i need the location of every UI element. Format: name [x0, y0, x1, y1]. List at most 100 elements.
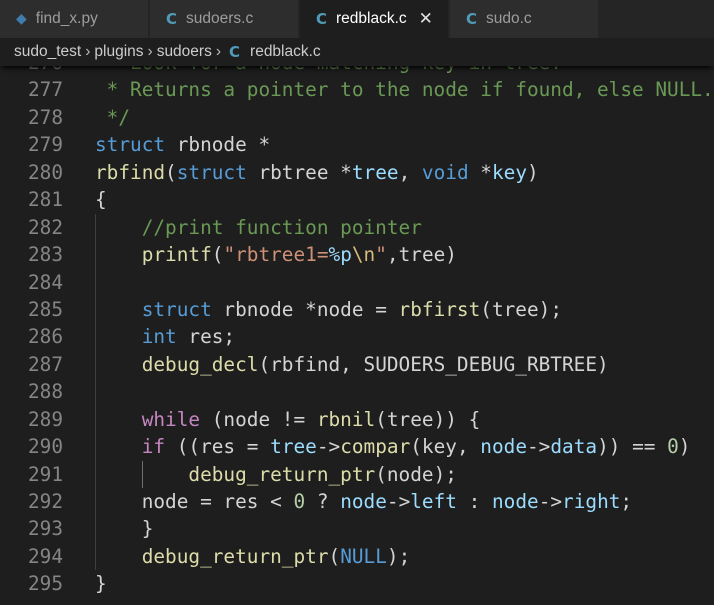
line-number: 285 — [27, 297, 63, 321]
code-text: } — [95, 570, 107, 597]
token-ctl: while — [141, 407, 201, 431]
token-fn: debug_decl — [141, 352, 259, 376]
line-number: 278 — [27, 105, 63, 129]
tab-label: redblack.c — [336, 10, 407, 27]
token-fn: debug_return_ptr — [141, 544, 329, 568]
code-line: 285 struct rbnode *node = rbfirst(tree); — [0, 295, 714, 324]
token-txt: -> — [527, 435, 551, 459]
indent-guide — [95, 460, 96, 488]
line-number: 281 — [27, 188, 63, 212]
token-txt: ) — [678, 435, 691, 459]
code-text: //print function pointer — [95, 214, 422, 241]
indent-guide — [95, 405, 96, 434]
token-txt: (node); — [375, 462, 457, 486]
token-txt: : — [456, 490, 492, 513]
line-number: 279 — [27, 133, 63, 157]
token-txt: (node != — [200, 407, 317, 431]
token-txt: ); — [386, 544, 411, 568]
token-com: //print function pointer — [141, 215, 422, 239]
code-line: 279 struct rbnode * — [0, 131, 714, 158]
chevron-right-icon: › — [215, 43, 222, 60]
token-var: node — [480, 435, 527, 459]
token-fn: rbfind — [95, 160, 166, 184]
code-line: 280 rbfind(struct rbtree *tree, void *key… — [0, 159, 714, 186]
token-fn: rbnil — [316, 407, 376, 431]
token-txt: ( — [211, 243, 224, 267]
token-txt: ( — [328, 544, 341, 568]
token-kw: NULL — [340, 544, 387, 568]
code-line: 290 if ((res = tree->compar(key, node->d… — [0, 433, 714, 461]
token-txt: -> — [316, 435, 341, 459]
breadcrumb-item[interactable]: sudoers — [157, 43, 212, 61]
code-text: printf("rbtree1=%p\n",tree) — [95, 241, 457, 268]
tab-redblack-c[interactable]: Credblack.c ✕ — [300, 0, 448, 38]
token-txt: } — [95, 572, 107, 596]
breadcrumb-item[interactable]: sudo_test — [14, 43, 81, 61]
code-text: debug_return_ptr(NULL); — [95, 543, 411, 570]
line-number: 290 — [27, 435, 63, 459]
token-txt: ) — [527, 160, 539, 184]
code-line: 293 } — [0, 515, 714, 543]
token-txt: rbnode *node = — [211, 297, 399, 321]
chevron-right-icon: › — [85, 43, 91, 60]
tab-find-x-py[interactable]: ◆ find_x.py — [0, 0, 148, 38]
c-file-icon: C — [466, 10, 478, 28]
token-txt: -> — [538, 490, 563, 513]
token-num: 0 — [667, 435, 679, 459]
code-line: 286 int res; — [0, 323, 714, 351]
token-txt: , — [398, 160, 422, 184]
tab-sudo-c[interactable]: Csudo.c — [450, 0, 598, 38]
code-text: struct rbnode * — [95, 131, 270, 158]
line-number: 287 — [27, 352, 63, 376]
token-txt: res; — [176, 325, 236, 349]
code-text: node = res < 0 ? node->left : node->righ… — [95, 488, 632, 515]
close-icon[interactable]: ✕ — [419, 9, 433, 29]
python-icon: ◆ — [16, 11, 27, 27]
code-line: 292 node = res < 0 ? node->left : node->… — [0, 488, 714, 516]
line-number: 286 — [27, 325, 63, 349]
breadcrumb-item[interactable]: plugins — [94, 43, 143, 61]
token-txt: rbtree * — [246, 160, 352, 184]
indent-guide — [95, 350, 96, 379]
token-var: node — [340, 490, 387, 513]
code-line: 278 */ — [0, 104, 714, 131]
token-var: tree — [270, 435, 317, 459]
token-ctl: if — [141, 435, 166, 459]
code-text: debug_decl(rbfind, SUDOERS_DEBUG_RBTREE) — [95, 351, 609, 378]
code-line: 282 //print function pointer — [0, 213, 714, 242]
token-txt: ,tree) — [386, 243, 457, 267]
indent-guide — [95, 213, 96, 242]
breadcrumb: sudo_test › plugins › sudoers › C redbla… — [0, 38, 714, 66]
token-num: 0 — [293, 490, 306, 513]
token-txt: )) == — [597, 435, 668, 459]
code-text: struct rbnode *node = rbfirst(tree); — [95, 296, 562, 323]
token-kw: void — [421, 160, 469, 184]
indent-guide — [95, 241, 96, 269]
token-var: key — [491, 160, 528, 184]
token-kw: struct — [95, 133, 166, 157]
indent-guide — [95, 378, 96, 406]
token-txt: ((res = — [165, 435, 271, 459]
token-var: tree — [351, 160, 399, 184]
code-line: 284 — [0, 268, 714, 296]
token-kw: int — [141, 325, 177, 349]
breadcrumb-file[interactable]: redblack.c — [250, 43, 321, 61]
code-editor[interactable]: 276 * Look for a node matching key in tr… — [0, 49, 714, 605]
code-text: * Returns a pointer to the node if found… — [95, 76, 714, 103]
token-var: node — [491, 490, 539, 513]
tab-label: find_x.py — [35, 10, 98, 27]
token-txt: -> — [386, 490, 411, 513]
token-txt: { — [95, 188, 107, 212]
token-var: left — [410, 490, 457, 513]
chevron-right-icon: › — [147, 43, 153, 60]
tab-sudoers-c[interactable]: Csudoers.c — [150, 0, 298, 38]
